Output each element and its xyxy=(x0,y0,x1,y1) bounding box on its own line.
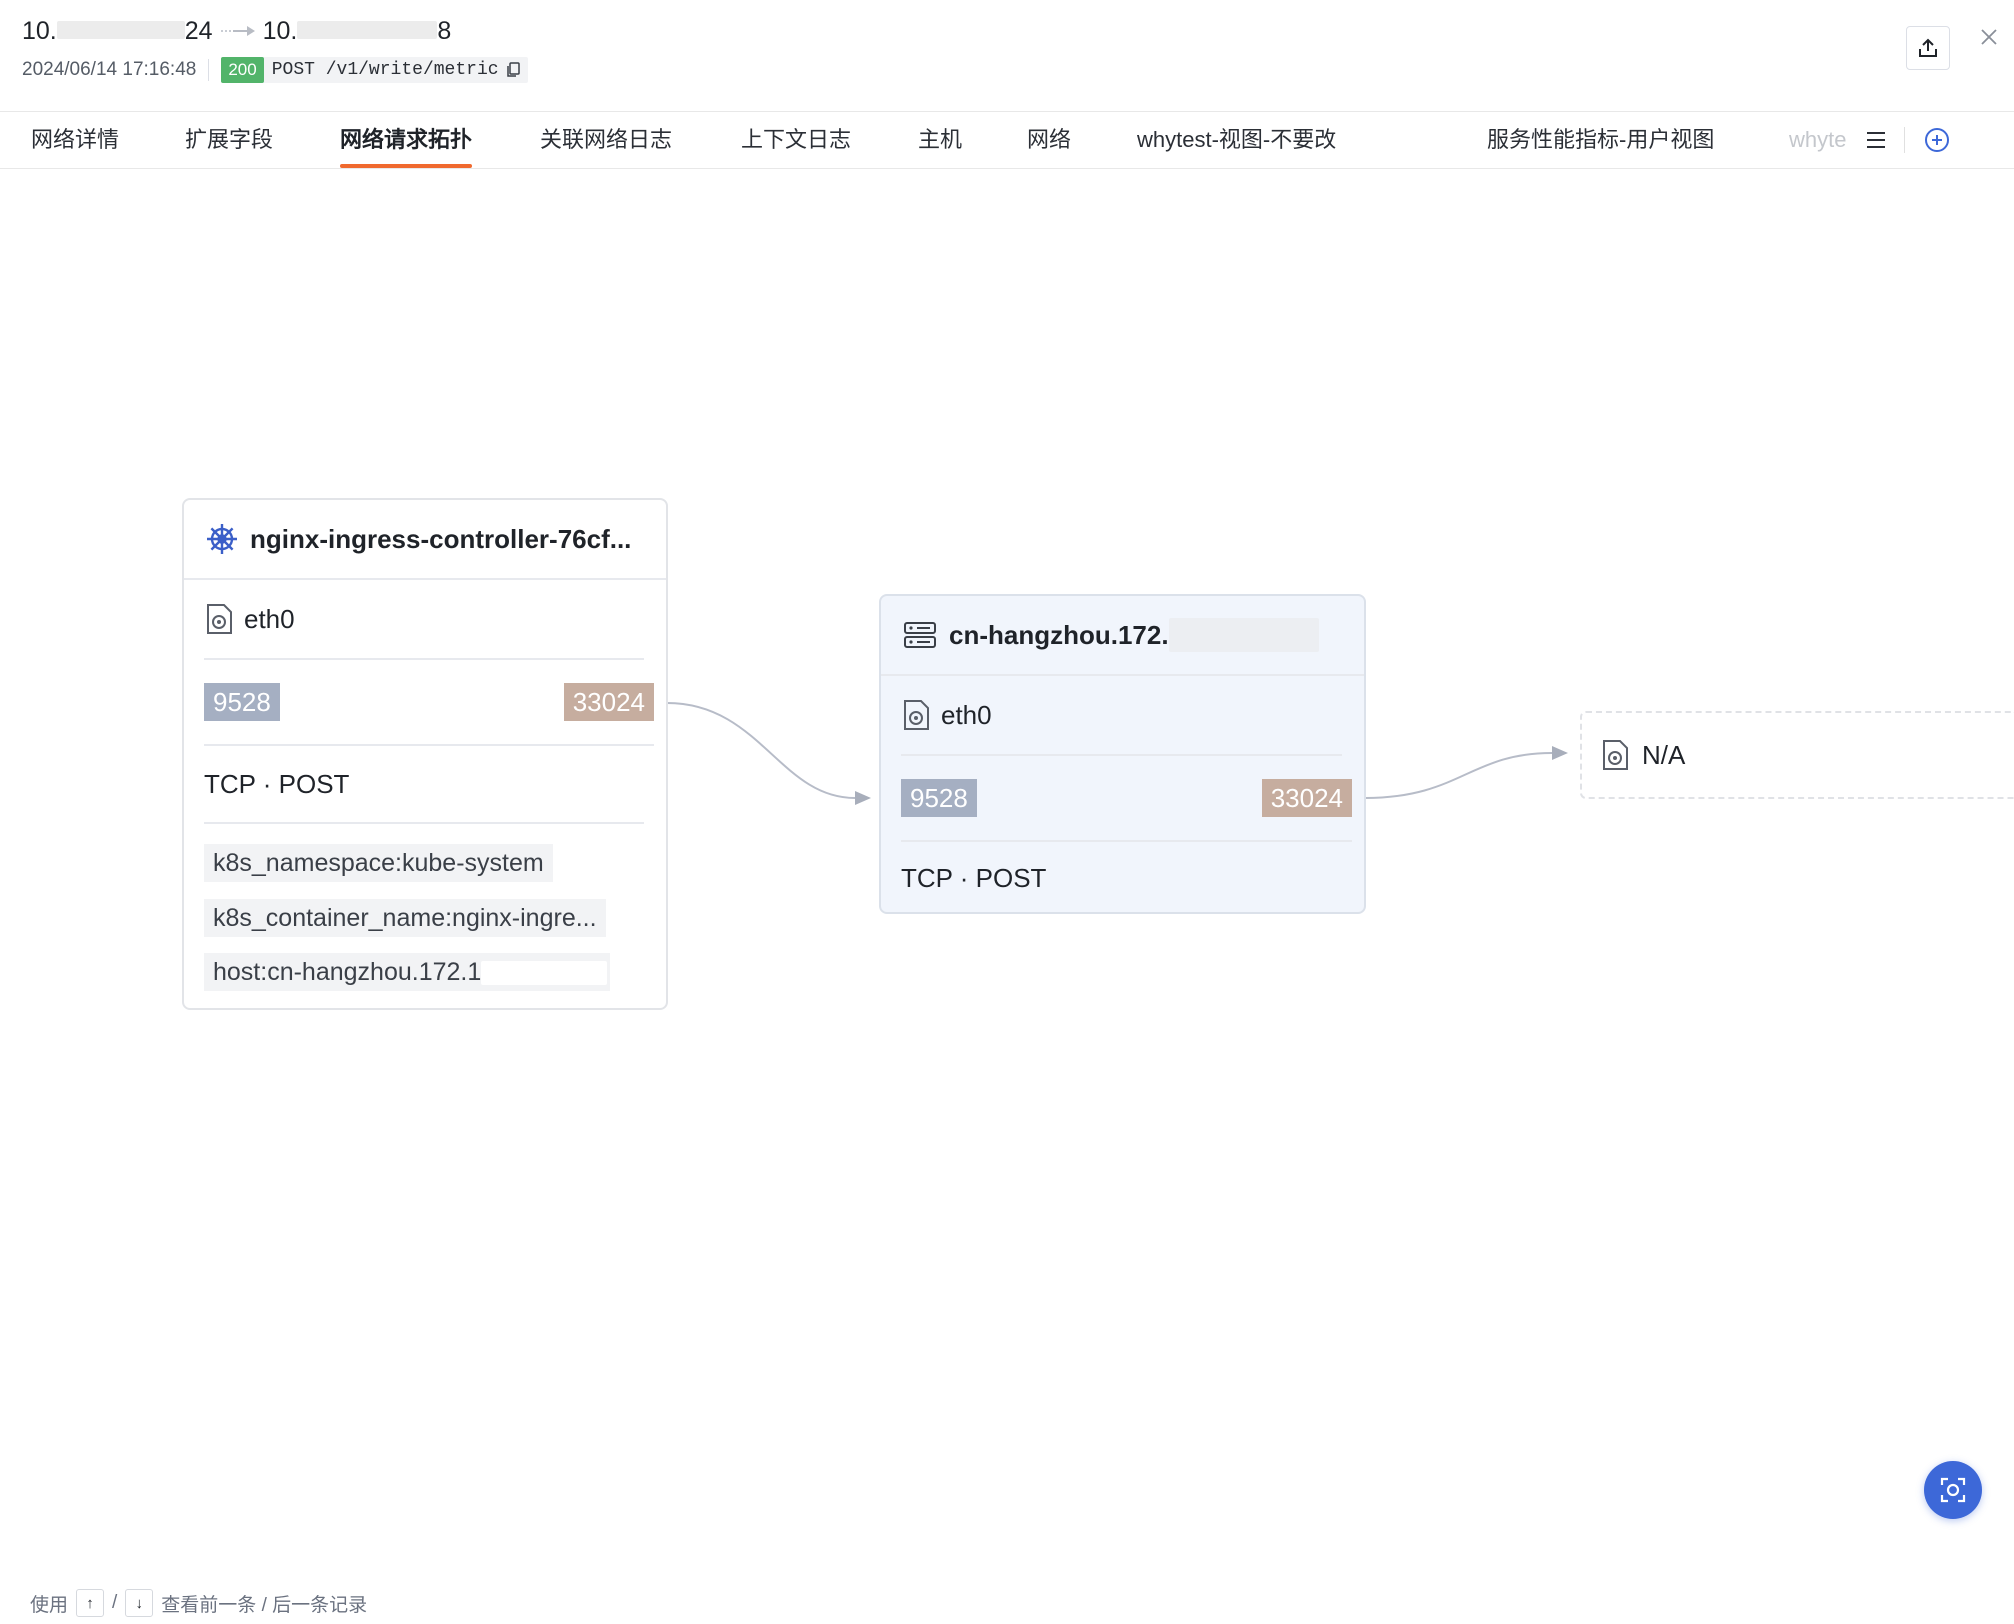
destination-port: 33024 xyxy=(1261,779,1352,817)
network-interface-icon xyxy=(901,699,931,731)
hint-separator: / xyxy=(112,1592,118,1613)
topology-node-nginx-ingress[interactable]: nginx-ingress-controller-76cf... eth0 95… xyxy=(182,498,668,1010)
hint-prefix: 使用 xyxy=(30,1594,69,1616)
keyboard-hint: 使用 ↑ / ↓ 查看前一条 / 后一条记录 xyxy=(30,1588,367,1618)
edge-arrowhead xyxy=(855,791,871,805)
node-label: N/A xyxy=(1642,739,1686,770)
tag-host: host:cn-hangzhou.172.1 xyxy=(204,953,610,991)
screenshot-icon xyxy=(1940,1477,1966,1503)
topology-node-unknown[interactable]: N/A xyxy=(1580,711,2014,799)
node-header: nginx-ingress-controller-76cf... xyxy=(184,500,666,580)
ports-row: 9528 33024 xyxy=(901,756,1352,842)
node-header: cn-hangzhou.172. xyxy=(881,596,1364,676)
server-icon xyxy=(903,621,937,649)
protocol-row: TCP · POST xyxy=(901,842,1342,914)
edge-node1-node2 xyxy=(666,702,856,799)
interface-row: eth0 xyxy=(204,580,644,660)
protocol-method: TCP · POST xyxy=(901,862,1047,893)
node-title: nginx-ingress-controller-76cf... xyxy=(250,523,632,554)
tag-container-name: k8s_container_name:nginx-ingre... xyxy=(204,899,606,937)
interface-row: eth0 xyxy=(901,676,1342,756)
arrow-down-key: ↓ xyxy=(125,1589,154,1617)
destination-port: 33024 xyxy=(563,683,654,721)
protocol-method: TCP · POST xyxy=(204,768,350,799)
edge-node2-node3 xyxy=(1364,752,1553,799)
screenshot-button[interactable] xyxy=(1924,1461,1982,1519)
source-port: 9528 xyxy=(204,683,280,721)
protocol-row: TCP · POST xyxy=(204,746,644,824)
hint-suffix: 查看前一条 / 后一条记录 xyxy=(161,1594,368,1616)
node-title: cn-hangzhou.172. xyxy=(949,619,1169,650)
redacted-mask xyxy=(1168,618,1319,652)
kubernetes-icon xyxy=(204,521,240,557)
arrow-up-key: ↑ xyxy=(76,1589,105,1617)
interface-name: eth0 xyxy=(244,603,295,634)
network-interface-icon xyxy=(204,603,234,635)
edge-arrowhead xyxy=(1552,746,1568,760)
tag-namespace: k8s_namespace:kube-system xyxy=(204,844,553,882)
network-interface-icon xyxy=(1600,739,1630,771)
redacted-mask xyxy=(481,961,608,986)
ports-row: 9528 33024 xyxy=(204,660,654,746)
source-port: 9528 xyxy=(901,779,977,817)
tag-host-text: host:cn-hangzhou.172.1 xyxy=(213,958,482,986)
interface-name: eth0 xyxy=(941,699,992,730)
topology-node-host[interactable]: cn-hangzhou.172. eth0 9528 33024 TCP · P… xyxy=(879,594,1366,914)
